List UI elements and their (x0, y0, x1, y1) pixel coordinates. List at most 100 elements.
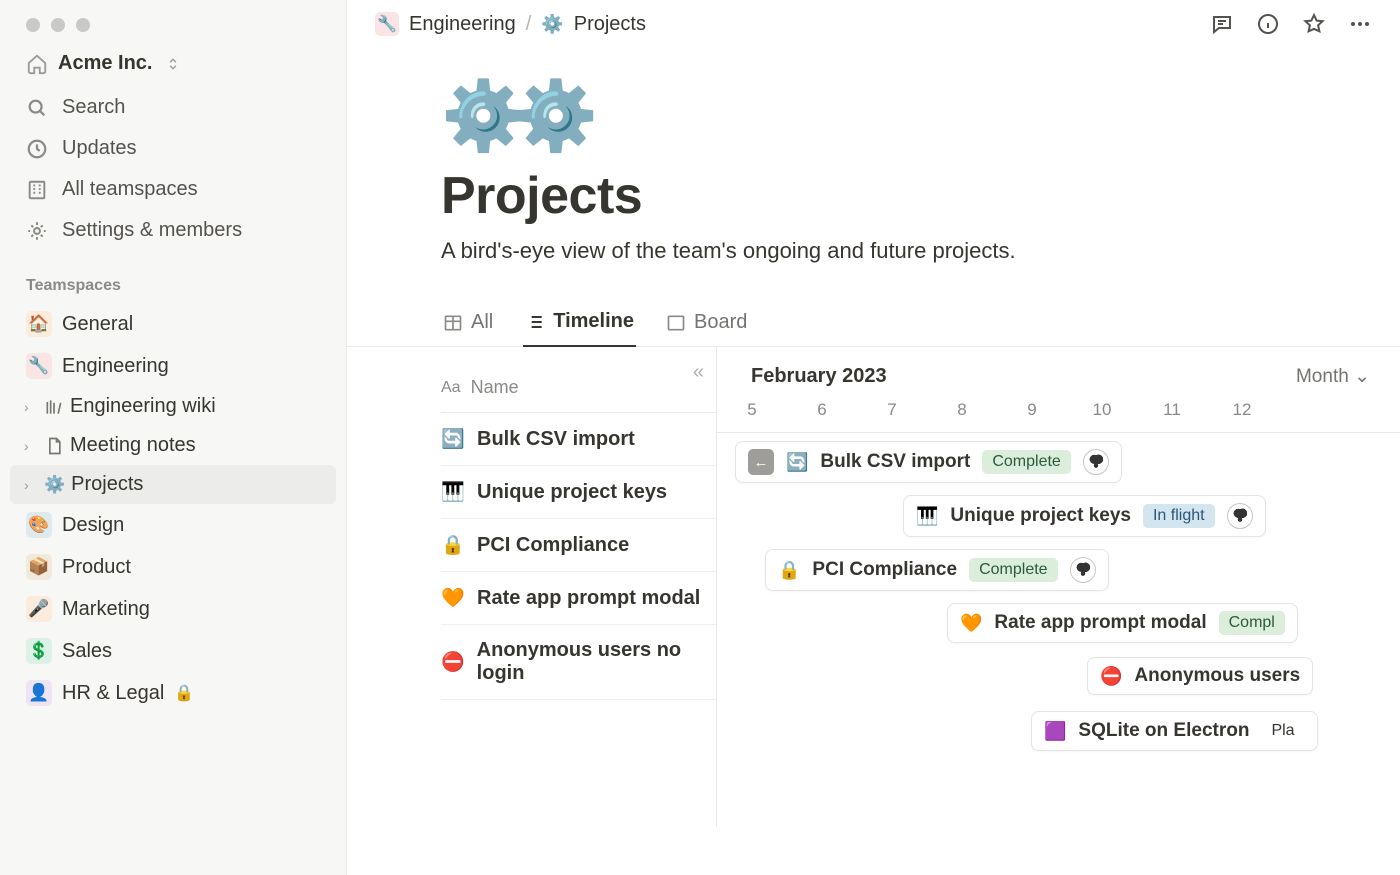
teamspace-list: 🏠 General 🔧 Engineering › Engineering wi… (0, 303, 346, 714)
day-label: 8 (927, 400, 997, 420)
day-label: 6 (787, 400, 857, 420)
assignee-avatar[interactable] (1083, 449, 1109, 475)
timeline-row[interactable]: 🧡Rate app prompt modal (441, 572, 716, 625)
breadcrumb-parent[interactable]: Engineering (409, 13, 516, 36)
wrench-emoji-icon: 🔧 (26, 353, 52, 379)
timeline-bar[interactable]: 🧡Rate app prompt modalCompl (947, 603, 1298, 643)
breadcrumb-separator: / (526, 13, 532, 36)
traffic-close[interactable] (26, 18, 40, 32)
sidebar: Acme Inc. Search Updates All teamspaces … (0, 0, 347, 875)
timeline-bar[interactable]: ⛔ Anonymous users (1087, 657, 1313, 695)
chevron-down-icon: ⌄ (1354, 366, 1370, 387)
timeline-row[interactable]: 🔄Bulk CSV import (441, 413, 716, 466)
teamspace-product[interactable]: 📦 Product (10, 546, 336, 588)
wrench-emoji-icon: 🔧 (375, 12, 399, 36)
traffic-minimize[interactable] (51, 18, 65, 32)
library-icon (44, 397, 64, 417)
document-icon (44, 436, 64, 456)
breadcrumb-current: Projects (574, 13, 646, 36)
assignee-avatar[interactable] (1070, 557, 1096, 583)
comments-icon[interactable] (1210, 12, 1234, 36)
chevron-right-icon[interactable]: › (24, 438, 38, 454)
timeline-zoom-select[interactable]: Month ⌄ (1296, 365, 1370, 388)
back-arrow-icon[interactable]: ← (748, 449, 774, 475)
package-emoji-icon: 📦 (26, 554, 52, 580)
nav-settings[interactable]: Settings & members (10, 210, 336, 251)
chevron-updown-icon (166, 57, 180, 71)
teamspace-general[interactable]: 🏠 General (10, 303, 336, 345)
bar-emoji-icon: 🧡 (960, 613, 982, 634)
bar-name: Unique project keys (950, 505, 1131, 527)
home-emoji-icon: 🏠 (26, 311, 52, 337)
tab-all[interactable]: All (441, 304, 495, 347)
gears-emoji-icon: ⚙️ (44, 475, 65, 495)
bar-emoji-icon: 🎹 (916, 506, 938, 527)
info-icon[interactable] (1256, 12, 1280, 36)
teamspace-marketing[interactable]: 🎤 Marketing (10, 588, 336, 630)
status-badge: In flight (1143, 504, 1215, 528)
teamspace-engineering[interactable]: 🔧 Engineering (10, 345, 336, 387)
day-label: 10 (1067, 400, 1137, 420)
day-label: 7 (857, 400, 927, 420)
timeline-bar[interactable]: 🔒PCI ComplianceComplete (765, 549, 1109, 591)
page-engineering-wiki[interactable]: › Engineering wiki (10, 387, 336, 426)
teamspace-hr-legal[interactable]: 👤 HR & Legal 🔒 (10, 672, 336, 714)
star-icon[interactable] (1302, 12, 1326, 36)
timeline-bar[interactable]: 🟪SQLite on ElectronPla (1031, 711, 1318, 751)
timeline-row[interactable]: 🔒 PCI Compliance (441, 519, 716, 572)
timeline-bar[interactable]: ←🔄Bulk CSV importComplete (735, 441, 1122, 483)
window-traffic-lights (0, 0, 346, 38)
sidebar-section-teamspaces: Teamspaces (0, 257, 346, 303)
day-label: 5 (717, 400, 787, 420)
breadcrumb: 🔧 Engineering / ⚙️ Projects (375, 12, 646, 36)
page-subtitle[interactable]: A bird's-eye view of the team's ongoing … (441, 238, 1400, 264)
more-icon[interactable] (1348, 12, 1372, 36)
day-label: 12 (1207, 400, 1277, 420)
timeline-row[interactable]: ⛔Anonymous users no login (441, 625, 716, 700)
nav-updates[interactable]: Updates (10, 128, 336, 169)
page-icon[interactable]: ⚙️⚙️ (441, 76, 1400, 156)
row-name: PCI Compliance (477, 534, 629, 557)
topbar-actions (1210, 12, 1372, 36)
person-emoji-icon: 👤 (26, 680, 52, 706)
chevron-right-icon[interactable]: › (24, 477, 38, 493)
teamspace-sales[interactable]: 💲 Sales (10, 630, 336, 672)
main: 🔧 Engineering / ⚙️ Projects ⚙️⚙️ Project… (347, 0, 1400, 875)
home-icon (26, 53, 48, 75)
nav-all-teamspaces[interactable]: All teamspaces (10, 169, 336, 210)
page-projects[interactable]: › ⚙️ Projects (10, 465, 336, 504)
workspace-switcher[interactable]: Acme Inc. (0, 38, 346, 81)
gear-icon (26, 220, 48, 242)
lock-icon: 🔒 (174, 683, 194, 703)
status-badge: Compl (1219, 611, 1285, 635)
tab-board[interactable]: < path "M9 4v16M15 4v16"/> Board (664, 304, 749, 347)
bar-emoji-icon: ⛔ (1100, 666, 1122, 687)
assignee-avatar[interactable] (1227, 503, 1253, 529)
page-body: ⚙️⚙️ Projects A bird's-eye view of the t… (347, 48, 1400, 875)
view-tabs: All Timeline < path "M9 4v16M15 4v16"/> … (347, 304, 1400, 347)
traffic-zoom[interactable] (76, 18, 90, 32)
page-title[interactable]: Projects (441, 166, 1400, 226)
timeline-row[interactable]: 🎹Unique project keys (441, 466, 716, 519)
tab-timeline[interactable]: Timeline (523, 304, 636, 347)
gears-emoji-icon: ⚙️ (541, 14, 563, 35)
mic-emoji-icon: 🎤 (26, 596, 52, 622)
row-name: Unique project keys (477, 481, 667, 504)
bar-name: Bulk CSV import (820, 451, 970, 473)
row-name: Rate app prompt modal (477, 587, 700, 610)
page-hero: ⚙️⚙️ Projects A bird's-eye view of the t… (347, 76, 1400, 264)
status-badge: Complete (982, 450, 1070, 474)
teamspace-design[interactable]: 🎨 Design (10, 504, 336, 546)
collapse-left-icon[interactable]: « (693, 361, 704, 384)
bar-name: SQLite on Electron (1078, 720, 1249, 742)
bar-emoji-icon: 🟪 (1044, 721, 1066, 742)
row-emoji-icon: 🔒 (441, 533, 465, 557)
timeline-grid[interactable]: February 2023 Month ⌄ 56789101112 ←🔄Bulk… (717, 347, 1400, 827)
bar-name: Anonymous users (1134, 665, 1300, 687)
timeline-bar[interactable]: 🎹 Unique project keys In flight (903, 495, 1266, 537)
chevron-right-icon[interactable]: › (24, 399, 38, 415)
page-meeting-notes[interactable]: › Meeting notes (10, 426, 336, 465)
table-icon (443, 313, 463, 333)
nav-search[interactable]: Search (10, 87, 336, 128)
building-icon (26, 179, 48, 201)
